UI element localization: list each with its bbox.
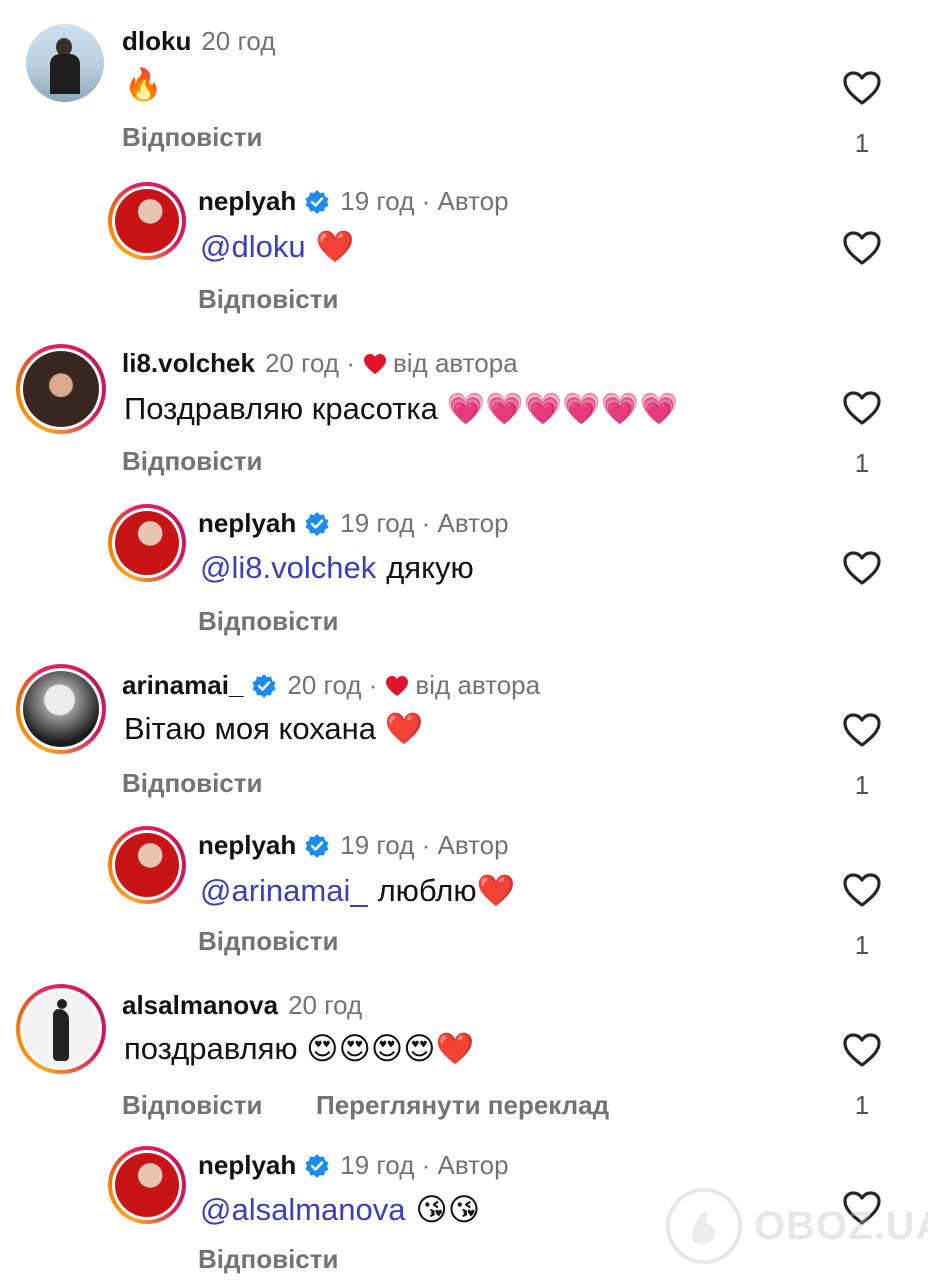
heart-outline-icon[interactable]	[842, 230, 882, 266]
avatar-li8-volchek[interactable]	[16, 344, 106, 434]
timestamp: 20 год	[288, 990, 363, 1020]
avatar-neplyah[interactable]	[108, 826, 186, 904]
watermark: OBOZ.UA	[664, 1186, 928, 1266]
like-count: 1	[854, 930, 870, 960]
verified-badge-icon	[305, 1153, 329, 1178]
heart-filled-icon	[386, 675, 409, 696]
verified-badge-icon	[305, 511, 329, 536]
avatar-neplyah[interactable]	[108, 1146, 186, 1224]
heart-outline-icon[interactable]	[842, 390, 882, 426]
like-count: 1	[854, 1090, 870, 1120]
username[interactable]: neplyah	[198, 1150, 296, 1181]
username[interactable]: dloku	[122, 26, 191, 57]
timestamp: 19 год · Автор	[340, 830, 509, 860]
heart-filled-icon	[363, 353, 386, 374]
timestamp: 19 год · Автор	[340, 1150, 509, 1180]
reply-button[interactable]: Відповісти	[122, 122, 262, 153]
like-count: 1	[854, 770, 870, 800]
verified-badge-icon	[305, 189, 329, 214]
username[interactable]: alsalmanova	[122, 990, 278, 1021]
comment-text: 😘😘	[415, 1192, 481, 1227]
oboz-logo-icon	[666, 1188, 742, 1264]
avatar-dloku[interactable]	[26, 24, 104, 102]
heart-outline-icon[interactable]	[842, 1032, 882, 1068]
timestamp: 20 год ·	[287, 670, 378, 700]
comment-text: 🔥	[124, 67, 163, 102]
comment-text: ❤️	[315, 229, 355, 264]
avatar-neplyah[interactable]	[108, 504, 186, 582]
reply-button[interactable]: Відповісти	[198, 926, 338, 957]
username[interactable]: neplyah	[198, 508, 296, 539]
avatar-neplyah[interactable]	[108, 182, 186, 260]
timestamp: 19 год · Автор	[340, 508, 509, 538]
mention-link[interactable]: @li8.volchek	[200, 550, 376, 586]
avatar-arinamai[interactable]	[16, 664, 106, 754]
timestamp: 20 год	[201, 26, 276, 56]
reply-button[interactable]: Відповісти	[198, 606, 338, 637]
heart-outline-icon[interactable]	[842, 712, 882, 748]
view-translation-button[interactable]: Переглянути переклад	[316, 1090, 609, 1121]
heart-outline-icon[interactable]	[842, 872, 882, 908]
username[interactable]: arinamai_	[122, 670, 243, 701]
reply-button[interactable]: Відповісти	[122, 446, 262, 477]
mention-link[interactable]: @dloku	[200, 229, 306, 265]
username[interactable]: neplyah	[198, 186, 296, 217]
comment-text: поздравляю 😍😍😍😍❤️	[124, 1031, 475, 1066]
reply-button[interactable]: Відповісти	[122, 768, 262, 799]
heart-outline-icon[interactable]	[842, 550, 882, 586]
reply-button[interactable]: Відповісти	[198, 284, 338, 315]
username[interactable]: neplyah	[198, 830, 296, 861]
username[interactable]: li8.volchek	[122, 348, 255, 379]
reply-button[interactable]: Відповісти	[198, 1244, 338, 1275]
mention-link[interactable]: @arinamai_	[200, 873, 368, 909]
avatar-alsalmanova[interactable]	[16, 984, 106, 1074]
timestamp: 20 год ·	[264, 348, 355, 378]
like-count: 1	[854, 128, 870, 158]
comment-text: Вітаю моя кохана ❤️	[124, 711, 424, 746]
verified-badge-icon	[305, 833, 329, 858]
comment-text: Поздравляю красотка 💗💗💗💗💗💗	[124, 391, 679, 426]
watermark-text: OBOZ.UA	[754, 1203, 928, 1248]
mention-link[interactable]: @alsalmanova	[200, 1192, 406, 1228]
liked-by-author: від автора	[415, 670, 541, 700]
liked-by-author: від автора	[392, 348, 518, 378]
comment-text: люблю❤️	[377, 873, 516, 908]
like-count: 1	[854, 448, 870, 478]
timestamp: 19 год · Автор	[340, 186, 509, 216]
verified-badge-icon	[252, 673, 276, 698]
reply-button[interactable]: Відповісти	[122, 1090, 262, 1121]
comment-text: дякую	[386, 550, 474, 585]
heart-outline-icon[interactable]	[842, 70, 882, 106]
